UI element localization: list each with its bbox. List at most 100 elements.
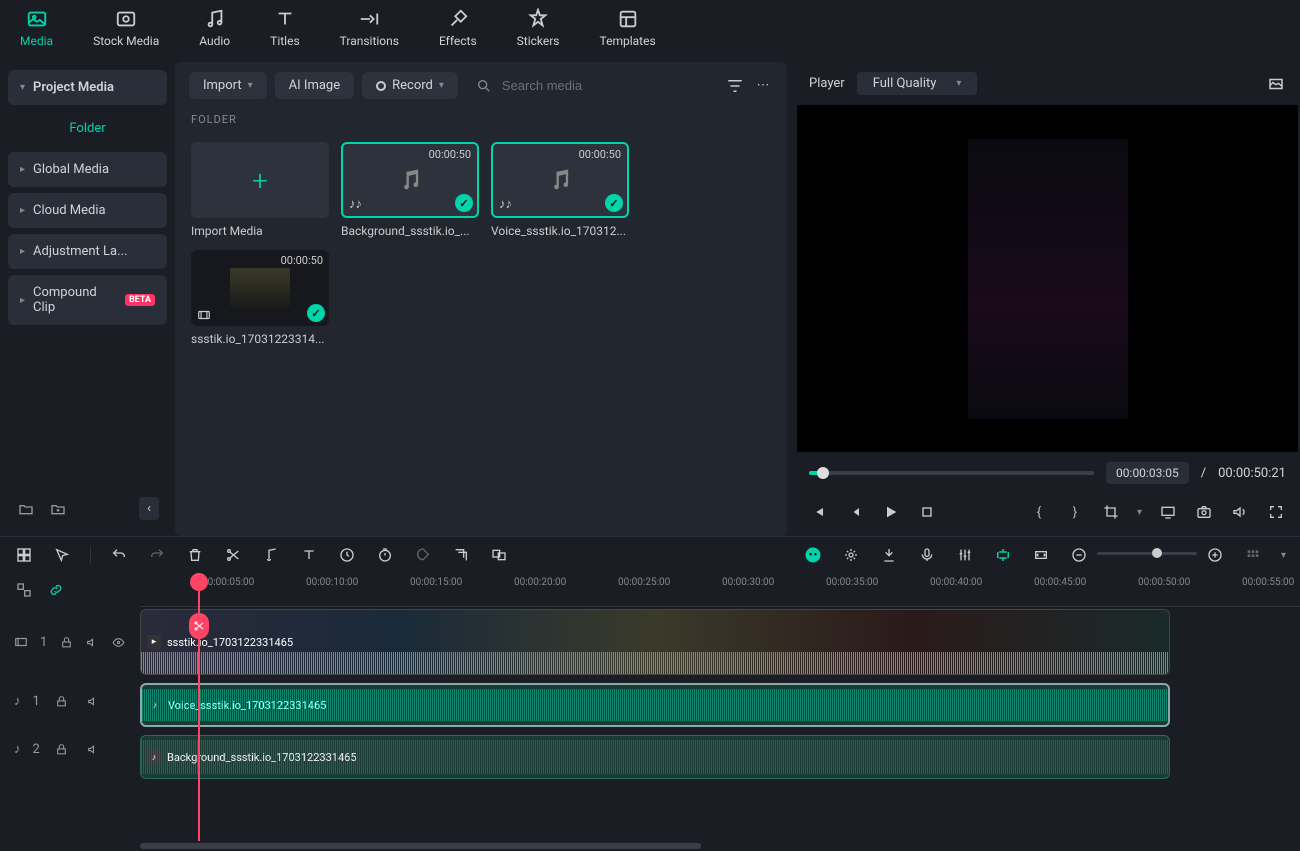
record-icon [376, 81, 386, 91]
audio-detach-icon[interactable] [261, 545, 281, 565]
record-button[interactable]: Record▾ [362, 72, 458, 99]
sidebar-item-label: Compound Clip [33, 285, 117, 315]
sidebar-global-media[interactable]: ▸Global Media [8, 152, 167, 187]
sidebar-cloud-media[interactable]: ▸Cloud Media [8, 193, 167, 228]
new-folder-icon[interactable] [16, 499, 36, 519]
ai-icon[interactable] [803, 545, 823, 565]
clip-video-icon: ▸ [147, 635, 161, 649]
track-add-icon[interactable] [14, 580, 34, 600]
tab-effects[interactable]: Effects [439, 8, 477, 48]
lock-icon[interactable] [52, 739, 72, 759]
text-icon[interactable] [299, 545, 319, 565]
sidebar-project-media[interactable]: ▾Project Media [8, 70, 167, 105]
timeline-scrollbar[interactable] [140, 841, 1160, 851]
preview-viewport[interactable] [797, 105, 1298, 452]
mic-icon[interactable] [917, 545, 937, 565]
check-icon: ✓ [307, 304, 325, 322]
lock-icon[interactable] [59, 632, 73, 652]
more-icon[interactable]: ⋯ [753, 76, 773, 96]
quality-dropdown[interactable]: Full Quality▾ [857, 72, 978, 95]
tab-stock-media[interactable]: Stock Media [93, 8, 159, 48]
mark-out-icon[interactable]: } [1065, 502, 1085, 522]
cut-marker[interactable] [189, 613, 209, 639]
translate-icon[interactable] [489, 545, 509, 565]
eye-icon[interactable] [112, 632, 126, 652]
import-media-card[interactable]: + Import Media [191, 142, 329, 238]
stop-icon[interactable] [917, 502, 937, 522]
play-icon[interactable] [881, 502, 901, 522]
chevron-down-icon: ▾ [248, 80, 253, 91]
sidebar-item-label: Adjustment La... [33, 244, 127, 259]
audio-type-icon: ♪♪ [349, 196, 362, 212]
speed-icon[interactable] [337, 545, 357, 565]
zoom-slider[interactable] [1097, 552, 1197, 555]
lock-icon[interactable] [52, 691, 72, 711]
crop-tl-icon[interactable] [451, 545, 471, 565]
redo-icon[interactable] [147, 545, 167, 565]
mute-icon[interactable] [86, 632, 100, 652]
undo-icon[interactable] [109, 545, 129, 565]
zoom-out-icon[interactable] [1069, 545, 1089, 565]
tab-templates[interactable]: Templates [600, 8, 656, 48]
layout-icon[interactable] [14, 545, 34, 565]
marker-icon[interactable] [879, 545, 899, 565]
link-icon[interactable] [46, 580, 66, 600]
filter-icon[interactable] [725, 76, 745, 96]
video-thumb [230, 268, 290, 308]
ai-image-button[interactable]: AI Image [275, 72, 354, 99]
step-back-icon[interactable] [845, 502, 865, 522]
chevron-down-icon[interactable]: ▾ [1137, 507, 1142, 518]
view-mode-icon[interactable] [1243, 545, 1263, 565]
sidebar-compound[interactable]: ▸Compound ClipBETA [8, 275, 167, 325]
new-bin-icon[interactable] [48, 499, 68, 519]
tab-media[interactable]: Media [20, 8, 53, 48]
display-icon[interactable] [1158, 502, 1178, 522]
scope-icon[interactable] [1266, 74, 1286, 94]
tab-audio[interactable]: Audio [199, 8, 230, 48]
import-button[interactable]: Import▾ [189, 72, 267, 99]
audio-track-icon: ♪ [14, 741, 21, 757]
chevron-right-icon: ▸ [20, 205, 25, 216]
video-track-header[interactable]: 1 [0, 607, 140, 677]
mute-icon[interactable] [84, 691, 104, 711]
mark-in-icon[interactable]: { [1029, 502, 1049, 522]
crop-icon[interactable] [1101, 502, 1121, 522]
video-clip[interactable]: ▸ssstik.io_1703122331465 [140, 609, 1170, 675]
enhance-icon[interactable] [841, 545, 861, 565]
volume-icon[interactable] [1230, 502, 1250, 522]
audio-clip[interactable]: ♪Background_ssstik.io_1703122331465 [140, 735, 1170, 779]
snapshot-icon[interactable] [1194, 502, 1214, 522]
render-icon[interactable] [993, 545, 1013, 565]
timer-icon[interactable] [375, 545, 395, 565]
sidebar-adjustment[interactable]: ▸Adjustment La... [8, 234, 167, 269]
zoom-in-icon[interactable] [1205, 545, 1225, 565]
mute-icon[interactable] [84, 739, 104, 759]
audio-track-header[interactable]: ♪1 [0, 677, 140, 725]
search-input[interactable] [500, 77, 717, 94]
collapse-sidebar-button[interactable]: ‹ [139, 497, 159, 520]
sidebar-folder[interactable]: Folder [8, 111, 167, 146]
prev-frame-icon[interactable] [809, 502, 829, 522]
fullscreen-icon[interactable] [1266, 502, 1286, 522]
media-item[interactable]: 00:00:50♪♪✓ Voice_ssstik.io_170312... [491, 142, 629, 238]
tab-transitions[interactable]: Transitions [340, 8, 399, 48]
chevron-down-icon[interactable]: ▾ [1281, 550, 1286, 561]
delete-icon[interactable] [185, 545, 205, 565]
split-icon[interactable] [223, 545, 243, 565]
track-headers: 1 ♪1 ♪2 [0, 573, 140, 841]
playback-slider[interactable] [809, 471, 1094, 475]
media-item[interactable]: 00:00:50♪♪✓ Background_ssstik.io_... [341, 142, 479, 238]
audio-clip[interactable]: ♪Voice_ssstik.io_1703122331465 [140, 683, 1170, 727]
pointer-icon[interactable] [52, 545, 72, 565]
color-icon[interactable] [413, 545, 433, 565]
timeline-ruler[interactable]: 00:00:05:00 00:00:10:00 00:00:15:00 00:0… [140, 573, 1300, 607]
tab-stickers[interactable]: Stickers [517, 8, 560, 48]
media-item[interactable]: 00:00:50✓ ssstik.io_17031223314... [191, 250, 329, 346]
mixer-icon[interactable] [955, 545, 975, 565]
fit-icon[interactable] [1031, 545, 1051, 565]
timeline-toolbar: ▾ [0, 536, 1300, 573]
audio-track-header[interactable]: ♪2 [0, 725, 140, 773]
tab-titles[interactable]: Titles [270, 8, 299, 48]
sidebar-item-label: Project Media [33, 80, 114, 95]
transition-icon [358, 8, 380, 30]
